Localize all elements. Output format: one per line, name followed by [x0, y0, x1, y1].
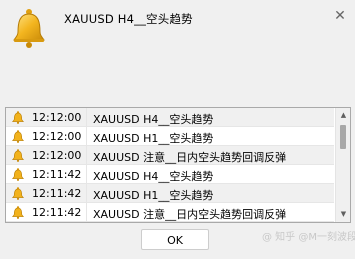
bell-icon [12, 206, 24, 219]
alert-time: 12:11:42 [32, 187, 82, 200]
column-divider [86, 127, 87, 145]
bell-icon [12, 187, 24, 200]
alert-time: 12:12:00 [32, 149, 82, 162]
list-item[interactable]: 12:12:00 XAUUSD H4__空头趋势 [6, 108, 334, 127]
alert-text: XAUUSD H4__空头趋势 [93, 113, 214, 126]
scroll-thumb[interactable] [340, 125, 346, 149]
alert-header: XAUUSD H4__空头趋势 ✕ [0, 0, 355, 100]
column-divider [86, 184, 87, 202]
ok-button[interactable]: OK [141, 229, 209, 250]
scroll-down-arrow-icon[interactable]: ▼ [336, 207, 350, 222]
column-divider [86, 146, 87, 164]
alert-text: XAUUSD 注意__日内空头趋势回调反弹 [93, 208, 287, 221]
list-item[interactable]: 12:11:42 XAUUSD H4__空头趋势 [6, 165, 334, 184]
alert-list[interactable]: 12:12:00 XAUUSD H4__空头趋势 12:12:00 XAUUSD… [5, 107, 351, 223]
list-item[interactable]: 12:12:00 XAUUSD 注意__日内空头趋势回调反弹 [6, 146, 334, 165]
column-divider [86, 203, 87, 221]
vertical-scrollbar[interactable]: ▲ ▼ [335, 108, 350, 222]
alert-time: 12:11:42 [32, 168, 82, 181]
bell-icon [12, 168, 24, 181]
scroll-up-arrow-icon[interactable]: ▲ [336, 108, 350, 123]
alert-time: 12:11:42 [32, 206, 82, 219]
column-divider [86, 165, 87, 183]
bell-icon [12, 149, 24, 162]
list-item[interactable]: 12:11:42 XAUUSD 注意__日内空头趋势回调反弹 [6, 203, 334, 222]
alert-text: XAUUSD H1__空头趋势 [93, 132, 214, 145]
alert-time: 12:12:00 [32, 130, 82, 143]
alert-time: 12:12:00 [32, 111, 82, 124]
bell-icon [12, 111, 24, 124]
list-item[interactable]: 12:11:42 XAUUSD H1__空头趋势 [6, 184, 334, 203]
bell-icon [12, 130, 24, 143]
bell-icon [13, 9, 45, 48]
alert-text: XAUUSD H4__空头趋势 [93, 170, 214, 183]
close-button[interactable]: ✕ [333, 9, 347, 23]
column-divider [86, 108, 87, 126]
watermark: @ 知乎 @M一刻波段 [262, 232, 355, 243]
alert-text: XAUUSD H1__空头趋势 [93, 189, 214, 202]
alert-message: XAUUSD H4__空头趋势 [64, 12, 193, 26]
list-item[interactable]: 12:12:00 XAUUSD H1__空头趋势 [6, 127, 334, 146]
alert-text: XAUUSD 注意__日内空头趋势回调反弹 [93, 151, 287, 164]
